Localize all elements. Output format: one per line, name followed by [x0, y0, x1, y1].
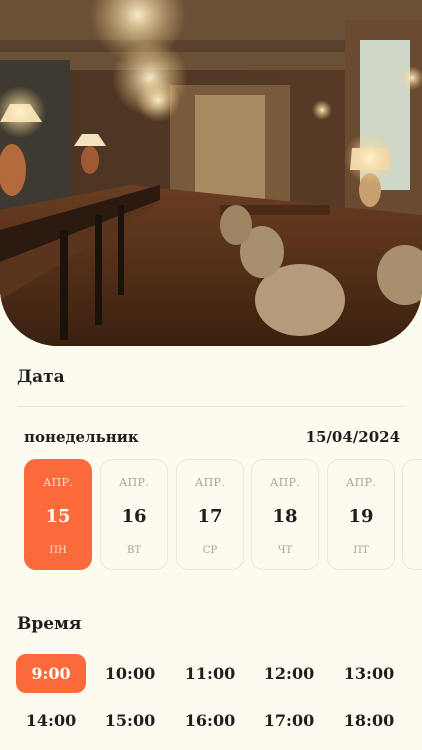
- time-section-title: Время: [17, 614, 82, 634]
- day-number: 16: [121, 506, 147, 527]
- restaurant-hero-image: [0, 0, 422, 346]
- day-month: АПР.: [269, 476, 301, 489]
- selected-weekday: понедельник: [24, 428, 139, 446]
- date-picker: АПР. 15 ПН АПР. 16 ВТ АПР. 17 СР АПР. 18…: [24, 459, 422, 571]
- day-weekday: ПТ: [353, 545, 369, 556]
- day-weekday: ЧТ: [277, 545, 293, 556]
- day-number: 18: [272, 506, 298, 527]
- time-slot[interactable]: 11:00: [175, 654, 245, 693]
- selected-date: 15/04/2024: [305, 428, 400, 446]
- time-slot[interactable]: 18:00: [334, 701, 404, 740]
- time-slot[interactable]: 10:00: [95, 654, 165, 693]
- day-card[interactable]: АПР. 17 СР: [176, 459, 244, 570]
- time-slot[interactable]: 16:00: [175, 701, 245, 740]
- time-slot[interactable]: 13:00: [334, 654, 404, 693]
- selected-date-row: понедельник 15/04/2024: [24, 428, 400, 446]
- time-slot[interactable]: 17:00: [254, 701, 324, 740]
- day-card[interactable]: АПР. 15 ПН: [24, 459, 92, 570]
- day-weekday: СР: [202, 545, 218, 556]
- day-number: 19: [348, 506, 374, 527]
- day-month: АПР.: [345, 476, 377, 489]
- time-slot[interactable]: 15:00: [95, 701, 165, 740]
- day-weekday: ВТ: [126, 545, 142, 556]
- day-month: АПР.: [118, 476, 150, 489]
- day-card-partial[interactable]: [402, 459, 422, 570]
- time-slot[interactable]: 14:00: [16, 701, 86, 740]
- day-month: АПР.: [194, 476, 226, 489]
- day-number: 15: [45, 506, 71, 527]
- time-slot[interactable]: 12:00: [254, 654, 324, 693]
- day-weekday: ПН: [49, 545, 67, 556]
- time-slot[interactable]: 9:00: [16, 654, 86, 693]
- day-card[interactable]: АПР. 18 ЧТ: [251, 459, 319, 570]
- date-section-title: Дата: [17, 367, 65, 387]
- day-month: АПР.: [42, 476, 74, 489]
- day-number: 17: [197, 506, 223, 527]
- divider: [17, 406, 405, 407]
- day-card[interactable]: АПР. 16 ВТ: [100, 459, 168, 570]
- day-card[interactable]: АПР. 19 ПТ: [327, 459, 395, 570]
